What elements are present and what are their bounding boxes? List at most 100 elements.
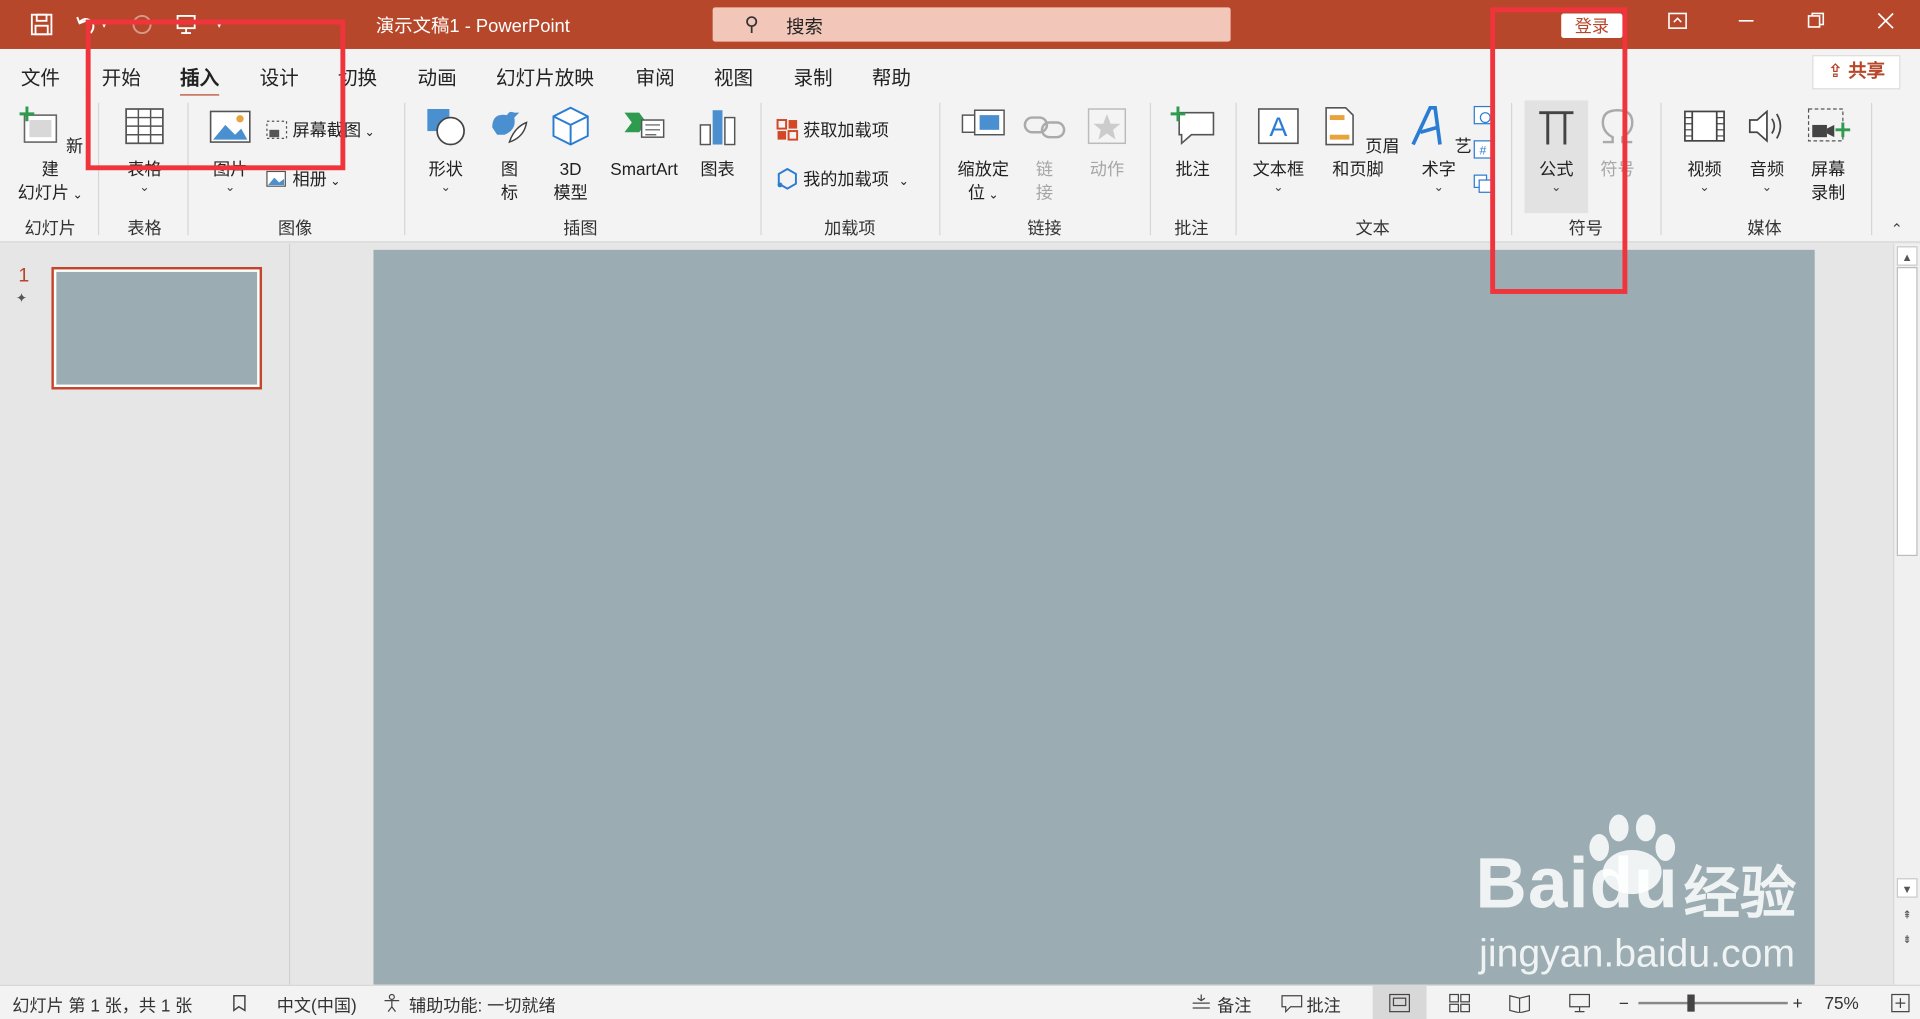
slide-thumbnail-preview: [56, 271, 258, 385]
scroll-up-icon[interactable]: ▲: [1896, 246, 1918, 266]
slide-sorter-icon[interactable]: [1449, 993, 1471, 1016]
group-separator: [760, 102, 762, 236]
zoom-in-icon[interactable]: +: [1793, 993, 1803, 1013]
shapes-icon: [427, 109, 465, 146]
slide-count: 幻灯片 第 1 张，共 1 张: [12, 995, 193, 1016]
icons-button[interactable]: 图 标: [482, 105, 536, 204]
chevron-down-icon: ⌄: [1761, 181, 1773, 195]
paw-logo-icon: [1582, 813, 1682, 905]
zoom-level[interactable]: 75%: [1824, 993, 1858, 1013]
zoom-slider-thumb[interactable]: [1687, 994, 1695, 1012]
3d-models-label-1: 3D: [559, 159, 582, 179]
document-title: 演示文稿1 - PowerPoint: [375, 15, 570, 37]
video-button[interactable]: 视频 ⌄: [1673, 105, 1737, 196]
search-icon: ⚲: [744, 14, 759, 36]
zoom-out-icon[interactable]: −: [1619, 993, 1629, 1013]
photo-album-label: 相册: [292, 169, 327, 189]
slide-thumbnail[interactable]: [51, 266, 263, 390]
spelling-icon[interactable]: [230, 993, 250, 1016]
group-separator: [1149, 102, 1152, 236]
zoom-slider[interactable]: [1638, 1001, 1788, 1005]
share-button[interactable]: ⇪ 共享: [1812, 55, 1901, 90]
group-tables-label: 表格: [127, 218, 162, 238]
screen-recording-label-1: 屏幕: [1811, 159, 1846, 179]
chevron-down-icon: ⌄: [225, 181, 236, 195]
group-illustrations-label: 插图: [563, 218, 598, 238]
tab-record[interactable]: 录制: [793, 61, 832, 90]
group-slides-label: 幻灯片: [24, 218, 76, 238]
language-status[interactable]: 中文(中国): [277, 993, 357, 1017]
tab-animations[interactable]: 动画: [418, 61, 457, 90]
group-separator: [1871, 102, 1873, 236]
comment-button[interactable]: 批注: [1161, 105, 1225, 181]
3d-models-label-2: 模型: [553, 182, 588, 203]
audio-label: 音频: [1749, 159, 1785, 179]
comments-icon[interactable]: [1281, 993, 1303, 1016]
restore-icon[interactable]: [1799, 10, 1833, 39]
notes-button[interactable]: 备注: [1217, 993, 1251, 1017]
collapse-ribbon-icon[interactable]: ⌃: [1891, 220, 1903, 237]
group-comments-label: 批注: [1174, 218, 1209, 238]
notes-icon[interactable]: [1190, 993, 1212, 1016]
ribbon-display-options-icon[interactable]: [1660, 10, 1694, 39]
group-media-label: 媒体: [1747, 218, 1782, 238]
normal-view-icon[interactable]: [1372, 985, 1427, 1019]
link-button[interactable]: 链 接: [1021, 105, 1068, 204]
audio-button[interactable]: 音频 ⌄: [1739, 105, 1795, 196]
shapes-button[interactable]: 形状 ⌄: [418, 105, 474, 196]
tab-slideshow[interactable]: 幻灯片放映: [496, 61, 594, 90]
link-label-2: 接: [1035, 182, 1054, 203]
save-icon[interactable]: [24, 7, 58, 41]
zoom-button[interactable]: 缩放定 位 ⌄: [950, 105, 1016, 207]
smartart-label: SmartArt: [610, 159, 678, 179]
wordart-button[interactable]: 艺术字 ⌄: [1406, 105, 1472, 196]
photo-album-icon: [266, 170, 286, 187]
video-label: 视频: [1687, 159, 1722, 179]
3d-models-button[interactable]: 3D 模型: [544, 105, 598, 204]
tab-help[interactable]: 帮助: [872, 61, 911, 90]
header-footer-icon: [1325, 106, 1354, 146]
slideshow-icon[interactable]: [1569, 993, 1591, 1016]
screen-recording-icon: [1807, 108, 1851, 142]
minimize-icon[interactable]: [1729, 10, 1763, 39]
accessibility-status[interactable]: 辅助功能: 一切就绪: [409, 993, 556, 1017]
icons-label-1: 图: [500, 159, 518, 179]
scroll-thumb[interactable]: [1896, 266, 1918, 557]
smartart-button[interactable]: SmartArt: [602, 105, 685, 181]
header-footer-button[interactable]: 页眉和页脚: [1310, 105, 1406, 181]
tab-view[interactable]: 视图: [714, 61, 753, 90]
icons-icon: [492, 111, 528, 144]
get-addins-button[interactable]: 获取加载项: [776, 116, 889, 143]
screen-recording-button[interactable]: 屏幕 录制: [1798, 105, 1859, 204]
search-box[interactable]: ⚲ 搜索: [712, 7, 1231, 42]
action-button[interactable]: 动作: [1078, 105, 1137, 181]
next-slide-icon[interactable]: ⇟: [1897, 930, 1918, 950]
svg-text:#: #: [1479, 143, 1486, 157]
annotation-box-tabs: [85, 19, 346, 171]
action-label: 动作: [1089, 159, 1125, 179]
textbox-button[interactable]: A 文本框 ⌄: [1247, 105, 1311, 196]
reading-view-icon[interactable]: [1509, 993, 1531, 1016]
share-icon: ⇪: [1827, 61, 1849, 83]
previous-slide-icon[interactable]: ⇞: [1897, 905, 1918, 925]
my-addins-button[interactable]: 我的加载项 ⌄: [776, 165, 909, 192]
shapes-label: 形状: [428, 159, 463, 179]
group-separator: [1235, 102, 1237, 236]
action-star-icon: [1087, 108, 1127, 145]
speaker-icon: [1748, 109, 1782, 143]
fit-to-window-icon[interactable]: [1891, 993, 1911, 1016]
tab-file[interactable]: 文件: [21, 61, 60, 90]
new-slide-button[interactable]: 新建 幻灯片 ⌄: [10, 105, 91, 207]
get-addins-label: 获取加载项: [803, 120, 889, 140]
slide-number: 1: [18, 265, 30, 287]
vertical-scrollbar[interactable]: ▲ ▼ ⇞ ⇟: [1893, 243, 1920, 985]
scroll-down-icon[interactable]: ▼: [1896, 878, 1918, 898]
group-separator: [404, 102, 406, 236]
chart-button[interactable]: 图表: [693, 105, 742, 181]
tab-review[interactable]: 审阅: [636, 61, 675, 90]
accessibility-icon[interactable]: [381, 993, 403, 1016]
link-label-1: 链: [1035, 159, 1054, 179]
new-slide-label-2: 幻灯片: [17, 182, 70, 203]
comments-button[interactable]: 批注: [1307, 993, 1341, 1017]
close-icon[interactable]: [1869, 10, 1903, 39]
